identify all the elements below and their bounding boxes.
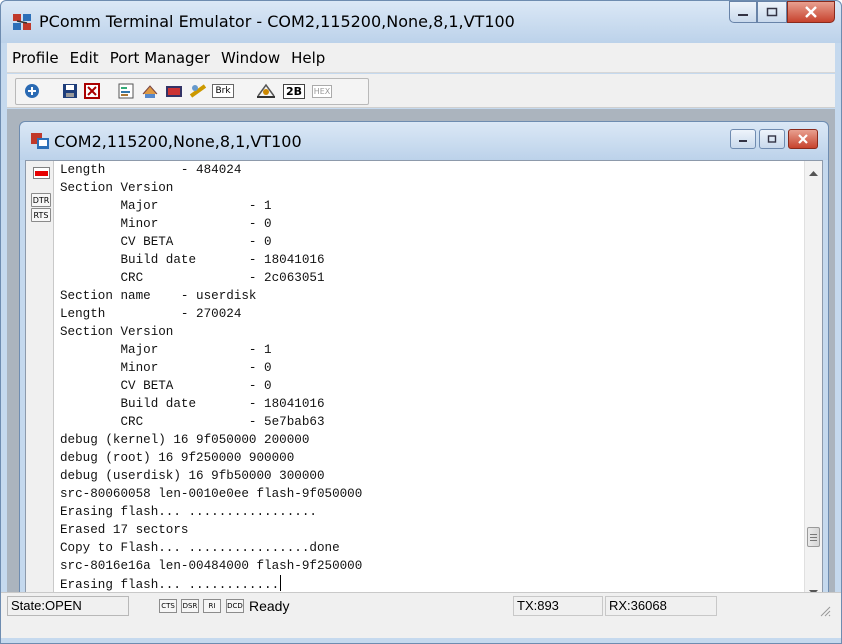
child-window-controls bbox=[727, 129, 818, 149]
maximize-button[interactable] bbox=[757, 1, 787, 23]
tx-counter: TX:893 bbox=[513, 596, 603, 616]
terminal-output[interactable]: Length - 484024 Section Version Major - 1… bbox=[56, 161, 796, 605]
cts-indicator: CTS bbox=[159, 599, 177, 613]
text-cursor bbox=[280, 575, 282, 591]
terminal-line: src-80060058 len-0010e0ee flash-9f050000 bbox=[60, 487, 363, 501]
menu-window[interactable]: Window bbox=[221, 49, 280, 67]
terminal-line: debug (userdisk) 16 9fb50000 300000 bbox=[60, 469, 325, 483]
child-close-button[interactable] bbox=[788, 129, 818, 149]
window-controls bbox=[729, 1, 835, 23]
terminal-line: Copy to Flash... ................done bbox=[60, 541, 340, 555]
rts-toggle[interactable]: RTS bbox=[31, 208, 51, 222]
maximize-icon bbox=[767, 135, 777, 143]
menu-help[interactable]: Help bbox=[291, 49, 325, 67]
terminal-line: Erasing flash... ............ bbox=[56, 575, 796, 593]
maximize-icon bbox=[766, 7, 778, 17]
open-button[interactable] bbox=[21, 79, 43, 103]
terminal-line: Length - 270024 bbox=[60, 307, 242, 321]
terminal-line: Major - 1 bbox=[60, 199, 272, 213]
scroll-up-button[interactable] bbox=[805, 165, 822, 181]
break-label: Brk bbox=[212, 84, 234, 98]
break-button[interactable]: Brk bbox=[211, 79, 235, 103]
close-button[interactable] bbox=[787, 1, 835, 23]
hex-label: HEX bbox=[311, 84, 333, 98]
log-icon bbox=[84, 83, 100, 99]
loopback-icon bbox=[257, 83, 275, 98]
properties-button[interactable] bbox=[115, 79, 137, 103]
macro-button[interactable] bbox=[187, 79, 209, 103]
dsr-indicator: DSR bbox=[181, 599, 199, 613]
comm-button[interactable] bbox=[163, 79, 185, 103]
terminal-line: debug (kernel) 16 9f050000 200000 bbox=[60, 433, 310, 447]
terminal-line: CRC - 2c063051 bbox=[60, 271, 325, 285]
save-button[interactable] bbox=[59, 79, 81, 103]
properties-icon bbox=[118, 83, 134, 99]
menu-edit[interactable]: Edit bbox=[70, 49, 99, 67]
open-session-icon bbox=[25, 84, 39, 98]
terminal-line: Major - 1 bbox=[60, 343, 272, 357]
terminal-line: src-8016e16a len-00484000 flash-9f250000 bbox=[60, 559, 363, 573]
terminal-line: Section Version bbox=[60, 325, 174, 339]
child-title-bar[interactable]: COM2,115200,None,8,1,VT100 bbox=[20, 122, 828, 160]
transfer-icon bbox=[142, 85, 158, 98]
resize-grip-icon[interactable] bbox=[819, 605, 831, 617]
macro-icon bbox=[189, 84, 207, 98]
terminal-line: Build date - 18041016 bbox=[60, 253, 325, 267]
title-bar[interactable]: PComm Terminal Emulator - COM2,115200,No… bbox=[1, 1, 841, 43]
child-minimize-button[interactable] bbox=[730, 129, 756, 149]
transfer-button[interactable] bbox=[139, 79, 161, 103]
menu-profile[interactable]: Profile bbox=[12, 49, 59, 67]
ready-status: Ready bbox=[249, 598, 290, 614]
terminal-area: DTR RTS Length - 484024 Section Version M… bbox=[25, 160, 823, 606]
toolbar: Brk 2B HEX bbox=[7, 74, 835, 108]
dtr-toggle[interactable]: DTR bbox=[31, 193, 51, 207]
child-maximize-button[interactable] bbox=[759, 129, 785, 149]
pcomm-app-icon bbox=[13, 14, 31, 30]
terminal-line: CV BETA - 0 bbox=[60, 235, 272, 249]
status-bar: State:OPEN CTS DSR RI DCD Ready TX:893 R… bbox=[1, 592, 841, 638]
connection-state: State:OPEN bbox=[7, 596, 129, 616]
terminal-line: debug (root) 16 9f250000 900000 bbox=[60, 451, 295, 465]
line-control-panel: DTR RTS bbox=[26, 161, 54, 605]
mdi-workspace: COM2,115200,None,8,1,VT100 DTR RTS Lengt… bbox=[7, 109, 835, 638]
child-window-title: COM2,115200,None,8,1,VT100 bbox=[54, 132, 302, 151]
menu-port-manager[interactable]: Port Manager bbox=[110, 49, 210, 67]
terminal-line: Minor - 0 bbox=[60, 361, 272, 375]
terminal-line: Section Version bbox=[60, 181, 174, 195]
minimize-icon bbox=[739, 140, 747, 142]
terminal-line: CV BETA - 0 bbox=[60, 379, 272, 393]
terminal-line: Section name - userdisk bbox=[60, 289, 257, 303]
minimize-icon bbox=[738, 14, 748, 16]
menu-bar: Profile Edit Port Manager Window Help bbox=[7, 43, 835, 73]
scrollbar-thumb[interactable] bbox=[807, 527, 820, 547]
terminal-line: CRC - 5e7bab63 bbox=[60, 415, 325, 429]
close-icon bbox=[805, 6, 817, 18]
terminal-line: Length - 484024 bbox=[60, 163, 242, 177]
hex-button[interactable]: HEX bbox=[310, 79, 334, 103]
terminal-child-window: COM2,115200,None,8,1,VT100 DTR RTS Lengt… bbox=[19, 121, 829, 638]
ri-indicator: RI bbox=[203, 599, 221, 613]
window-title: PComm Terminal Emulator - COM2,115200,No… bbox=[39, 12, 515, 31]
loopback-button[interactable] bbox=[253, 79, 279, 103]
minimize-button[interactable] bbox=[729, 1, 757, 23]
terminal-session-icon bbox=[31, 133, 49, 149]
comm-icon bbox=[166, 86, 182, 97]
twobyte-label: 2B bbox=[282, 83, 306, 99]
twobyte-button[interactable]: 2B bbox=[281, 79, 307, 103]
terminal-line: Build date - 18041016 bbox=[60, 397, 325, 411]
rx-counter: RX:36068 bbox=[605, 596, 717, 616]
dcd-indicator: DCD bbox=[226, 599, 244, 613]
log-button[interactable] bbox=[81, 79, 103, 103]
save-icon bbox=[63, 84, 77, 98]
terminal-line: Erased 17 sectors bbox=[60, 523, 189, 537]
vertical-scrollbar[interactable] bbox=[804, 161, 822, 605]
close-icon bbox=[798, 134, 808, 144]
terminal-line: Erasing flash... ................. bbox=[60, 505, 317, 519]
terminal-line: Minor - 0 bbox=[60, 217, 272, 231]
chevron-up-icon bbox=[809, 171, 818, 176]
online-indicator bbox=[33, 167, 50, 179]
main-window: PComm Terminal Emulator - COM2,115200,No… bbox=[0, 0, 842, 644]
